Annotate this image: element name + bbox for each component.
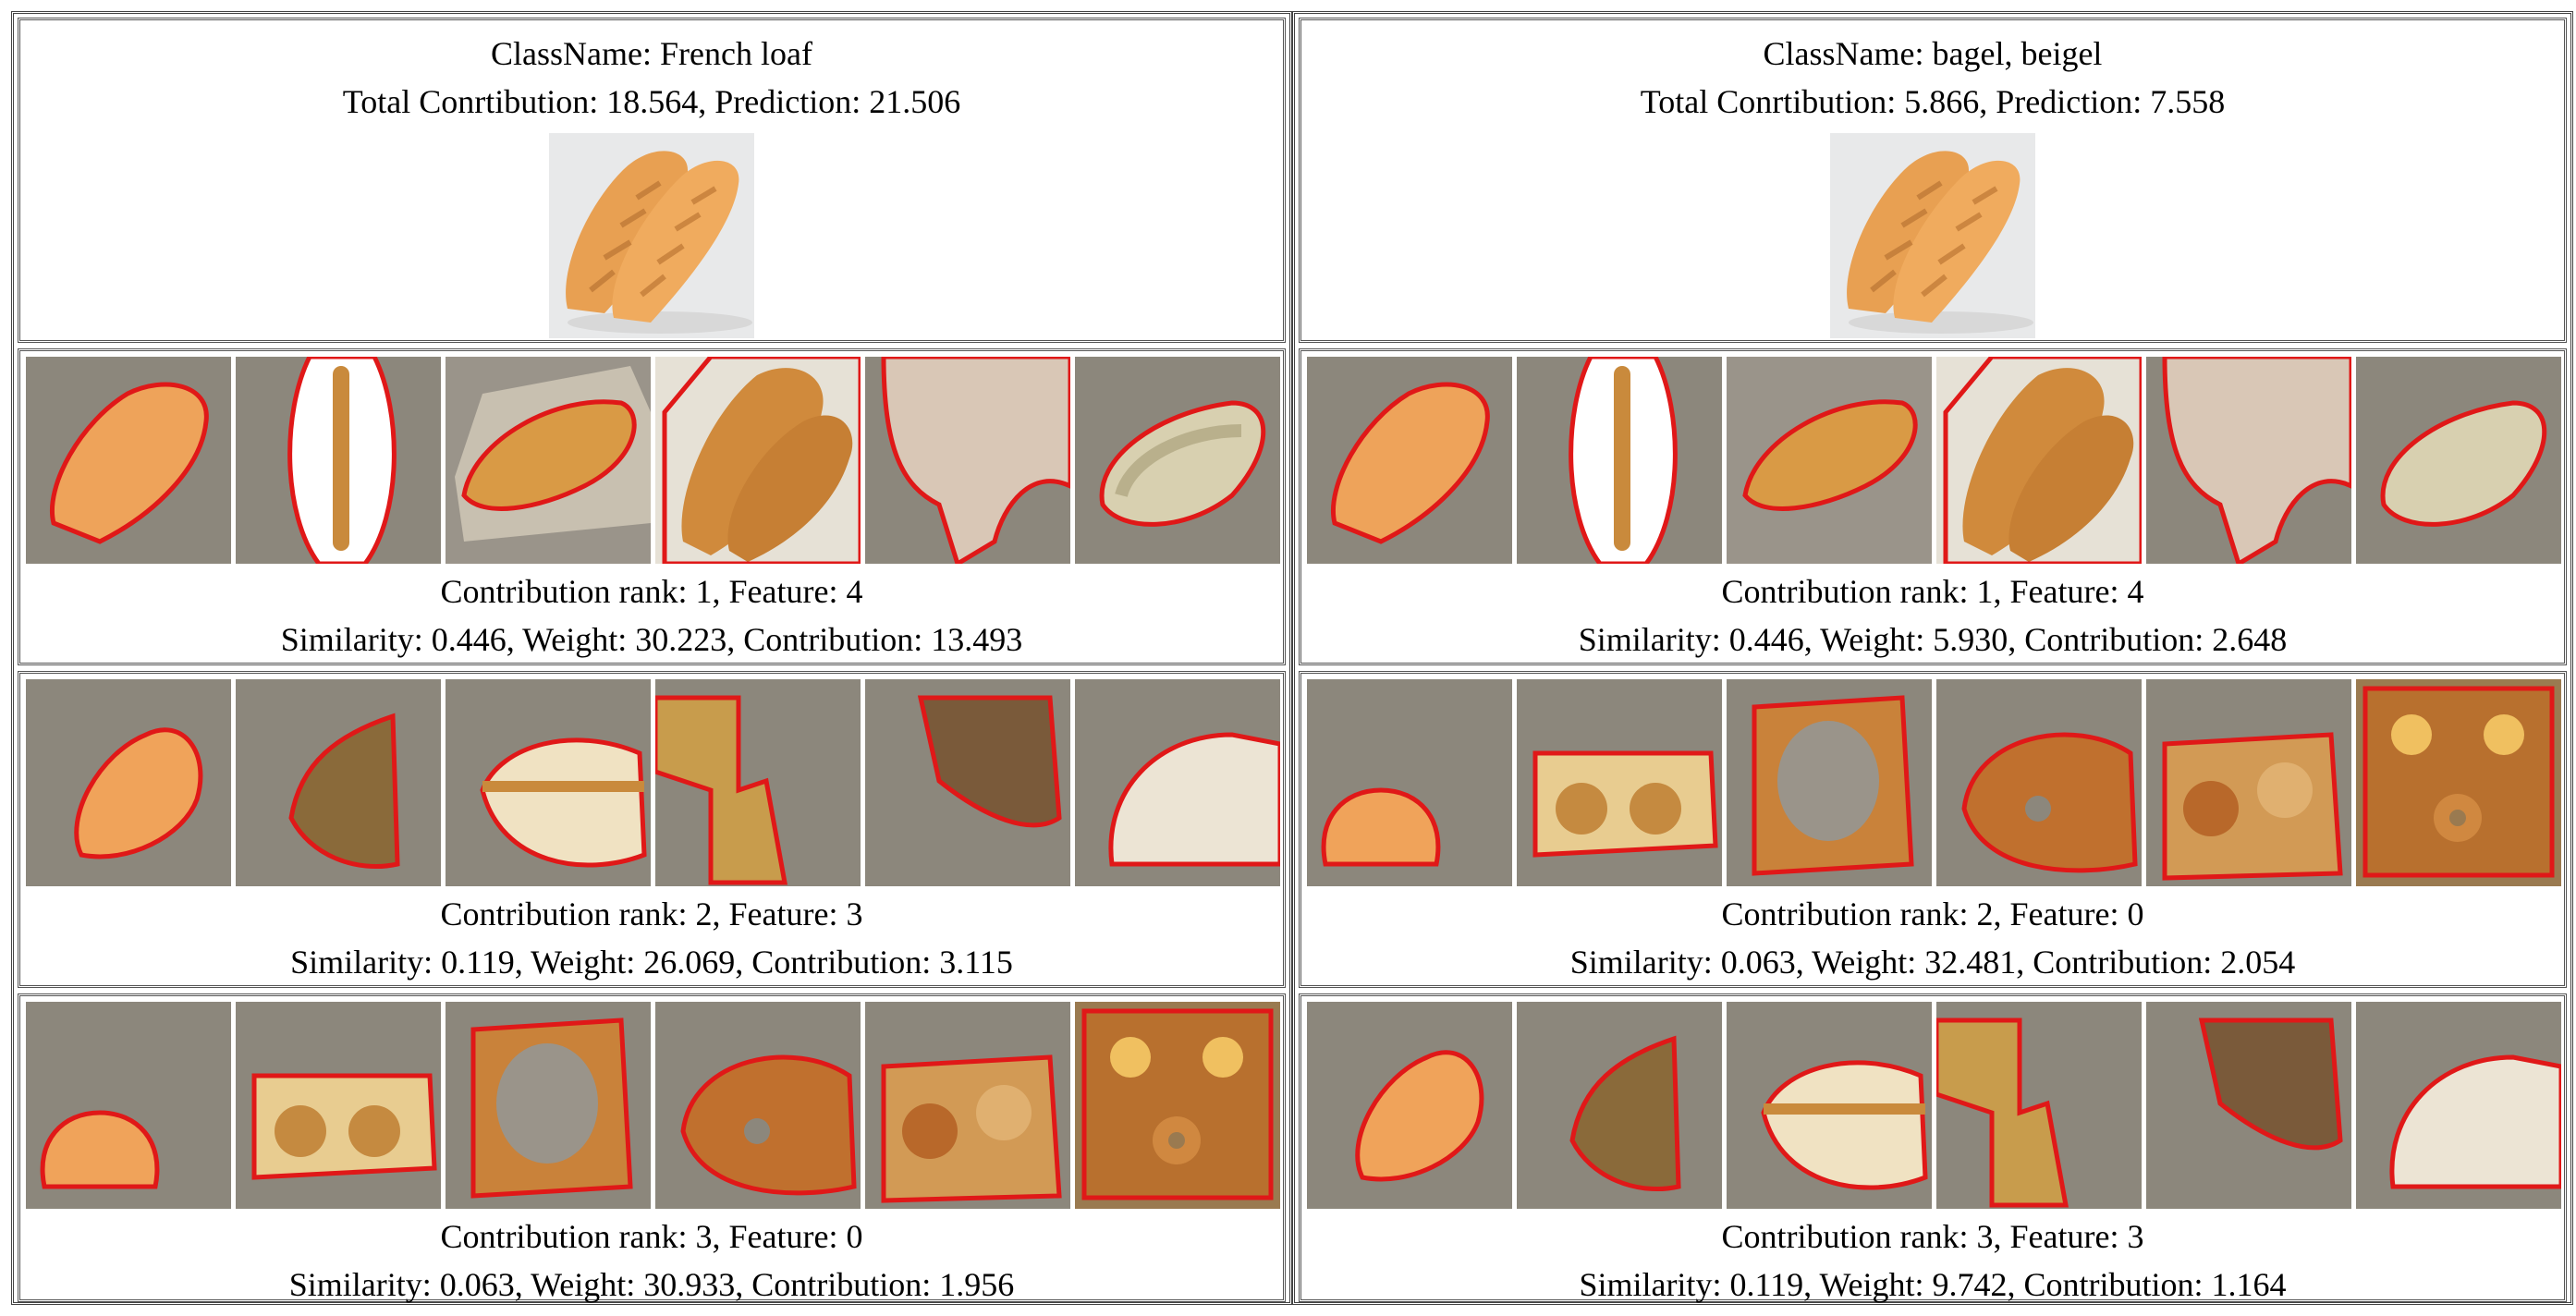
query-image (1830, 133, 2035, 338)
prototype-thumb-4 (1936, 357, 2142, 564)
query-image (549, 133, 754, 338)
prototype-thumb-1 (1307, 679, 1512, 886)
prototype-thumb-6 (1075, 357, 1280, 564)
prototype-thumb-1 (26, 1002, 231, 1209)
prototype-thumb-1 (1307, 1002, 1512, 1209)
prototype-thumb-4 (1936, 1002, 2142, 1209)
prototype-thumb-2 (236, 1002, 441, 1209)
total-contribution-label: Total Conrtibution: 5.866, Prediction: 7… (1640, 83, 2226, 120)
prototype-strip (26, 357, 1283, 564)
prototype-thumb-5 (2146, 1002, 2351, 1209)
prototype-thumb-4 (1936, 679, 2142, 886)
contribution-rank-label: Contribution rank: 1, Feature: 4 (440, 573, 863, 610)
prototype-thumb-1 (26, 679, 231, 886)
prototype-strip (1307, 1002, 2564, 1209)
prototype-thumb-1 (1307, 357, 1512, 564)
prototype-thumb-5 (2146, 357, 2351, 564)
class-name-label: ClassName: French loaf (491, 35, 812, 72)
prototype-thumb-2 (1517, 357, 1722, 564)
contribution-stats-label: Similarity: 0.119, Weight: 9.742, Contri… (1579, 1266, 2287, 1303)
prototype-thumb-3 (1727, 679, 1932, 886)
class-panel-french-loaf: ClassName: French loaf Total Conrtibutio… (11, 11, 1292, 1305)
contribution-stats-label: Similarity: 0.119, Weight: 26.069, Contr… (290, 944, 1013, 981)
prototype-thumb-6 (1075, 679, 1280, 886)
prototype-thumb-5 (865, 1002, 1070, 1209)
prototype-thumb-5 (2146, 679, 2351, 886)
class-name-label: ClassName: bagel, beigel (1763, 35, 2103, 72)
prototype-strip (1307, 357, 2564, 564)
class-panel-bagel: ClassName: bagel, beigel Total Conrtibut… (1292, 11, 2573, 1305)
prototype-thumb-4 (655, 679, 861, 886)
prototype-thumb-4 (655, 357, 861, 564)
prototype-thumb-6 (1075, 1002, 1280, 1209)
prototype-thumb-2 (236, 679, 441, 886)
total-contribution-label: Total Conrtibution: 18.564, Prediction: … (342, 83, 961, 120)
contribution-stats-label: Similarity: 0.063, Weight: 32.481, Contr… (1569, 944, 2296, 981)
contribution-rank-label: Contribution rank: 3, Feature: 0 (440, 1218, 863, 1255)
prototype-thumb-4 (655, 1002, 861, 1209)
prototype-strip (1307, 679, 2564, 886)
prototype-thumb-3 (1727, 357, 1932, 564)
contribution-row-2: Contribution rank: 2, Feature: 0 Similar… (1299, 671, 2567, 988)
prototype-strip (26, 679, 1283, 886)
prototype-thumb-6 (2356, 679, 2561, 886)
contribution-stats-label: Similarity: 0.446, Weight: 30.223, Contr… (280, 621, 1023, 658)
prototype-thumb-1 (26, 357, 231, 564)
class-header: ClassName: French loaf Total Conrtibutio… (18, 18, 1286, 343)
prototype-thumb-5 (865, 357, 1070, 564)
prototype-thumb-3 (1727, 1002, 1932, 1209)
prototype-thumb-3 (446, 1002, 651, 1209)
contribution-row-1: Contribution rank: 1, Feature: 4 Similar… (18, 348, 1286, 665)
prototype-strip (26, 1002, 1283, 1209)
prototype-thumb-2 (1517, 679, 1722, 886)
prototype-thumb-5 (865, 679, 1070, 886)
contribution-row-1: Contribution rank: 1, Feature: 4 Similar… (1299, 348, 2567, 665)
prototype-thumb-3 (446, 357, 651, 564)
prototype-thumb-2 (236, 357, 441, 564)
contribution-row-3: Contribution rank: 3, Feature: 3 Similar… (1299, 993, 2567, 1303)
contribution-row-2: Contribution rank: 2, Feature: 3 Similar… (18, 671, 1286, 988)
contribution-rank-label: Contribution rank: 2, Feature: 0 (1721, 896, 2144, 932)
contribution-stats-label: Similarity: 0.063, Weight: 30.933, Contr… (288, 1266, 1015, 1303)
contribution-rank-label: Contribution rank: 2, Feature: 3 (440, 896, 863, 932)
contribution-stats-label: Similarity: 0.446, Weight: 5.930, Contri… (1578, 621, 2288, 658)
prototype-thumb-6 (2356, 1002, 2561, 1209)
contribution-row-3: Contribution rank: 3, Feature: 0 Similar… (18, 993, 1286, 1303)
prototype-thumb-2 (1517, 1002, 1722, 1209)
contribution-rank-label: Contribution rank: 3, Feature: 3 (1721, 1218, 2144, 1255)
contribution-rank-label: Contribution rank: 1, Feature: 4 (1721, 573, 2144, 610)
prototype-thumb-3 (446, 679, 651, 886)
class-header: ClassName: bagel, beigel Total Conrtibut… (1299, 18, 2567, 343)
prototype-thumb-6 (2356, 357, 2561, 564)
